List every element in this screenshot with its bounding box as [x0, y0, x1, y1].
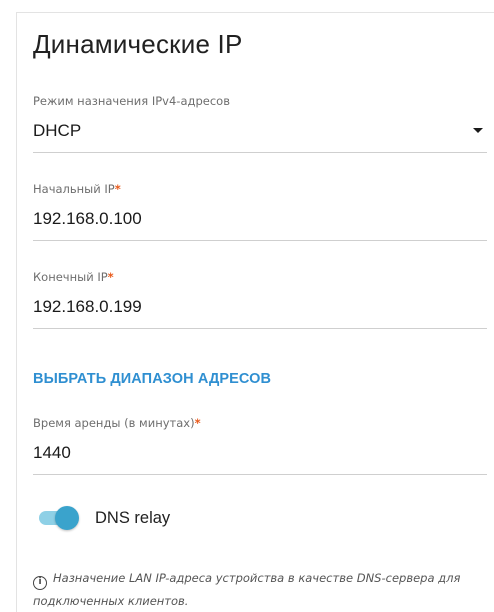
lease-time-input[interactable]: 1440	[33, 441, 487, 465]
dynamic-ip-panel: Динамические IP Режим назначения IPv4-ад…	[16, 12, 494, 612]
lease-time-label-text: Время аренды (в минутах)	[33, 416, 195, 430]
dropdown-caret-icon[interactable]	[473, 128, 483, 133]
ipv4-mode-label: Режим назначения IPv4-адресов	[33, 94, 230, 108]
dns-relay-label: DNS relay	[95, 509, 171, 527]
end-ip-field[interactable]: Конечный IP* 192.168.0.199	[33, 269, 487, 329]
ipv4-mode-select[interactable]: Режим назначения IPv4-адресов DHCP	[33, 93, 487, 153]
start-ip-label: Начальный IP*	[33, 181, 487, 197]
end-ip-label: Конечный IP*	[33, 269, 487, 285]
section-title: Динамические IP	[33, 29, 243, 59]
start-ip-underline	[33, 240, 487, 241]
toggle-knob[interactable]	[55, 506, 79, 530]
info-icon: i	[33, 576, 47, 590]
start-ip-field[interactable]: Начальный IP* 192.168.0.100	[33, 181, 487, 241]
dns-relay-hint-text: Назначение LAN IP-адреса устройства в ка…	[33, 571, 461, 608]
end-ip-label-text: Конечный IP	[33, 270, 108, 284]
lease-time-label: Время аренды (в минутах)*	[33, 415, 487, 431]
ipv4-mode-underline	[33, 152, 487, 153]
dns-relay-toggle[interactable]	[39, 506, 79, 530]
select-address-range-link[interactable]: ВЫБРАТЬ ДИАПАЗОН АДРЕСОВ	[33, 371, 271, 387]
lease-time-field[interactable]: Время аренды (в минутах)* 1440	[33, 415, 487, 475]
end-ip-input[interactable]: 192.168.0.199	[33, 295, 487, 319]
required-asterisk: *	[114, 182, 121, 196]
ipv4-mode-value[interactable]: DHCP	[33, 119, 487, 143]
required-asterisk: *	[107, 270, 114, 284]
required-asterisk: *	[194, 416, 201, 430]
dns-relay-hint: i Назначение LAN IP-адреса устройства в к…	[33, 567, 493, 612]
start-ip-label-text: Начальный IP	[33, 182, 115, 196]
lease-time-underline	[33, 474, 487, 475]
end-ip-underline	[33, 328, 487, 329]
start-ip-input[interactable]: 192.168.0.100	[33, 207, 487, 231]
